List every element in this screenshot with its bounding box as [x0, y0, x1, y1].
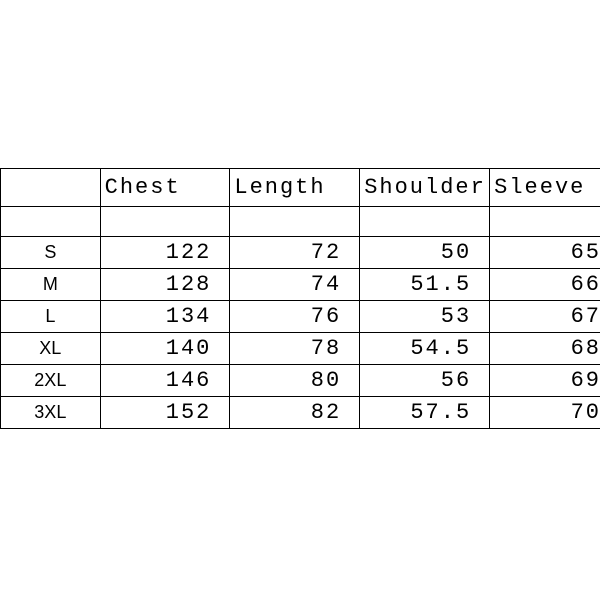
cell-chest: 152 — [100, 397, 230, 429]
header-size — [1, 169, 101, 207]
cell-size: 3XL — [1, 397, 101, 429]
table-spacer-row — [1, 207, 600, 237]
cell-length: 80 — [230, 365, 360, 397]
cell-chest: 128 — [100, 269, 230, 301]
cell-sleeve: 70 — [490, 397, 600, 429]
cell-size: L — [1, 301, 101, 333]
cell-length: 82 — [230, 397, 360, 429]
cell-sleeve: 69 — [490, 365, 600, 397]
cell-sleeve: 66 — [490, 269, 600, 301]
cell-length: 76 — [230, 301, 360, 333]
cell-size: XL — [1, 333, 101, 365]
table-row: XL 140 78 54.5 68 — [1, 333, 600, 365]
cell-chest: 140 — [100, 333, 230, 365]
table-row: 2XL 146 80 56 69 — [1, 365, 600, 397]
table-row: S 122 72 50 65 — [1, 237, 600, 269]
cell-shoulder: 54.5 — [360, 333, 490, 365]
table-header-row: Chest Length Shoulder Sleeve — [1, 169, 600, 207]
cell-shoulder: 57.5 — [360, 397, 490, 429]
cell-length: 72 — [230, 237, 360, 269]
table-row: 3XL 152 82 57.5 70 — [1, 397, 600, 429]
table-row: L 134 76 53 67 — [1, 301, 600, 333]
cell-shoulder: 56 — [360, 365, 490, 397]
cell-chest: 122 — [100, 237, 230, 269]
header-length: Length — [230, 169, 360, 207]
cell-shoulder: 51.5 — [360, 269, 490, 301]
cell-sleeve: 68 — [490, 333, 600, 365]
cell-size: M — [1, 269, 101, 301]
cell-chest: 146 — [100, 365, 230, 397]
header-sleeve: Sleeve — [490, 169, 600, 207]
cell-chest: 134 — [100, 301, 230, 333]
cell-size: S — [1, 237, 101, 269]
table-row: M 128 74 51.5 66 — [1, 269, 600, 301]
header-chest: Chest — [100, 169, 230, 207]
cell-sleeve: 67 — [490, 301, 600, 333]
cell-sleeve: 65 — [490, 237, 600, 269]
header-shoulder: Shoulder — [360, 169, 490, 207]
cell-size: 2XL — [1, 365, 101, 397]
cell-length: 78 — [230, 333, 360, 365]
cell-shoulder: 50 — [360, 237, 490, 269]
cell-length: 74 — [230, 269, 360, 301]
size-chart-table: Chest Length Shoulder Sleeve S 122 72 50… — [0, 168, 600, 429]
cell-shoulder: 53 — [360, 301, 490, 333]
table: Chest Length Shoulder Sleeve S 122 72 50… — [0, 168, 600, 429]
